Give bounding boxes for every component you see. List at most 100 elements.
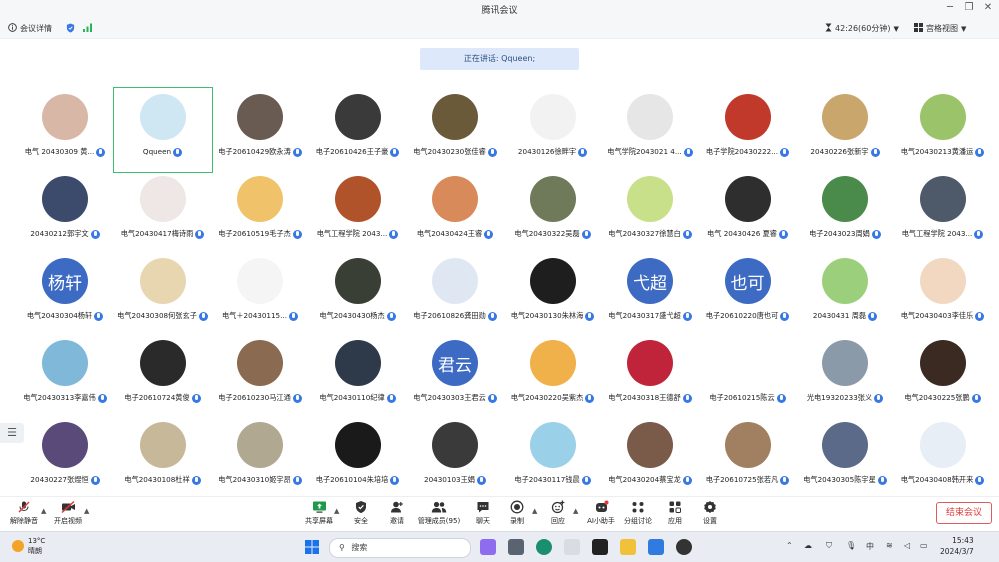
participant-tile[interactable]: 电气20430220吴紫杰 xyxy=(504,334,602,418)
wifi-icon[interactable]: ≋ xyxy=(886,541,893,550)
participant-tile[interactable]: 电子20610230马江通 xyxy=(211,334,309,418)
participant-tile[interactable]: 杨轩 电气20430304杨轩 xyxy=(16,252,114,336)
participant-tile[interactable]: 电气20430313李嘉伟 xyxy=(16,334,114,418)
participant-tile[interactable]: 20430212郭宇文 xyxy=(16,170,114,254)
participant-name: 20430227张煜恒 xyxy=(16,475,114,485)
participant-tile[interactable]: 电子20430117钱晨 xyxy=(504,416,602,500)
close-button[interactable]: ✕ xyxy=(981,2,995,13)
participant-tile[interactable]: 电子20610426王子豪 xyxy=(309,88,407,172)
participant-tile[interactable]: 电气＋20430115... xyxy=(211,252,309,336)
meeting-timer[interactable]: 42:26(60分钟) ▼ xyxy=(825,23,899,34)
video-options-caret[interactable]: ▲ xyxy=(84,507,89,515)
manage-members-button[interactable]: 管理成员(95) xyxy=(413,500,465,526)
participant-tile[interactable]: 20430226张新宇 xyxy=(796,88,894,172)
settings-button[interactable]: 设置 xyxy=(692,500,728,526)
participant-tile[interactable]: 电气 20430309 黄... xyxy=(16,88,114,172)
store-icon[interactable] xyxy=(564,539,580,555)
qq-icon[interactable] xyxy=(592,539,608,555)
participant-tile[interactable]: 电气工程学院 2043... xyxy=(894,170,992,254)
participant-tile[interactable]: 20430103王娟 xyxy=(406,416,504,500)
reactions-button[interactable]: 回应 xyxy=(540,500,576,526)
system-clock[interactable]: 15:43 2024/3/7 xyxy=(940,535,974,557)
participant-tile[interactable]: 20430431 周磊 xyxy=(796,252,894,336)
participant-tile[interactable]: 电子20610104朱培培 xyxy=(309,416,407,500)
participant-tile[interactable]: 也可 电子20610220唐也可 xyxy=(699,252,797,336)
view-mode-button[interactable]: 宫格视图 ▼ xyxy=(914,23,966,34)
participant-tile[interactable]: 光电19320233张义 xyxy=(796,334,894,418)
participant-tile[interactable]: 电气20430130朱林海 xyxy=(504,252,602,336)
reactions-options-caret[interactable]: ▲ xyxy=(573,507,578,515)
folder-icon[interactable] xyxy=(620,539,636,555)
participant-tile[interactable]: 电气20430327徐慧白 xyxy=(601,170,699,254)
participant-tile[interactable]: 电气20430204蔡宝龙 xyxy=(601,416,699,500)
tencent-meeting-icon[interactable] xyxy=(648,539,664,555)
participant-tile[interactable]: 电气20430318王德舒 xyxy=(601,334,699,418)
participant-tile[interactable]: 电气20430322吴磊 xyxy=(504,170,602,254)
participant-tile[interactable]: 电气20430430杨杰 xyxy=(309,252,407,336)
security-status[interactable] xyxy=(66,23,75,35)
security-button[interactable]: 安全 xyxy=(343,500,379,526)
chat-button[interactable]: 聊天 xyxy=(465,500,501,526)
minimize-button[interactable]: ─ xyxy=(943,2,957,13)
start-button[interactable] xyxy=(304,539,320,555)
copilot-icon[interactable] xyxy=(480,539,496,555)
network-status[interactable] xyxy=(83,23,93,34)
record-options-caret[interactable]: ▲ xyxy=(532,507,537,515)
apps-button[interactable]: 应用 xyxy=(657,500,693,526)
participant-tile[interactable]: 电气20430424王睿 xyxy=(406,170,504,254)
taskbar-search[interactable]: ⚲ 搜索 xyxy=(329,538,471,558)
unmute-button[interactable]: 解除静音 xyxy=(6,500,42,526)
participant-tile[interactable]: 20430126徐畔宇 xyxy=(504,88,602,172)
end-meeting-button[interactable]: 结束会议 xyxy=(936,502,992,524)
participant-tile[interactable]: 电气20430108杜祥 xyxy=(114,416,212,500)
participant-tile[interactable]: 20430227张煜恒 xyxy=(16,416,114,500)
meeting-details-button[interactable]: 会议详情 xyxy=(8,23,52,34)
start-video-button[interactable]: 开启视频 xyxy=(50,500,86,526)
participant-tile[interactable]: 电气学院2043021 4... xyxy=(601,88,699,172)
share-options-caret[interactable]: ▲ xyxy=(334,507,339,515)
participant-tile[interactable]: 电气20430408韩开来 xyxy=(894,416,992,500)
battery-icon[interactable]: ▭ xyxy=(920,541,928,550)
edge-icon[interactable] xyxy=(536,539,552,555)
participant-tile[interactable]: 电气20430213黄潘运 xyxy=(894,88,992,172)
participant-tile[interactable]: 电子2043023周娟 xyxy=(796,170,894,254)
cloud-icon[interactable]: ☁ xyxy=(804,541,812,550)
participant-tile[interactable]: 电气工程学院 2043... xyxy=(309,170,407,254)
participant-tile[interactable]: 电子20610519毛子杰 xyxy=(211,170,309,254)
mic-options-caret[interactable]: ▲ xyxy=(41,507,46,515)
participant-tile[interactable]: 电气20430308何张玄子 xyxy=(114,252,212,336)
task-view-icon[interactable] xyxy=(508,539,524,555)
maximize-button[interactable]: ❐ xyxy=(962,2,976,13)
shield-tray-icon[interactable]: ⛉ xyxy=(826,541,832,551)
participant-tile[interactable]: 电气20430230张佳睿 xyxy=(406,88,504,172)
ai-assistant-button[interactable]: AI小助手 xyxy=(583,500,619,526)
participant-tile[interactable]: 君云 电气20430303王君云 xyxy=(406,334,504,418)
ime-indicator[interactable]: 中 xyxy=(866,541,874,552)
participant-tile[interactable]: 电气20430110纪律 xyxy=(309,334,407,418)
participant-tile[interactable]: 弋超 电气20430317盛弋超 xyxy=(601,252,699,336)
record-button[interactable]: 录制 xyxy=(499,500,535,526)
participant-tile[interactable]: 电子20610215陈云 xyxy=(699,334,797,418)
weather-widget[interactable]: 13°C 晴朗 xyxy=(12,536,45,556)
participant-tile[interactable]: Qqueen xyxy=(112,87,213,173)
participant-tile[interactable]: 电气20430305陈宇星 xyxy=(796,416,894,500)
volume-icon[interactable]: ◁ xyxy=(904,541,910,550)
participant-tile[interactable]: 电气20430310姬宇昂 xyxy=(211,416,309,500)
participant-tile[interactable]: 电气20430225张鹏 xyxy=(894,334,992,418)
microphone-icon[interactable]: 🎙 xyxy=(846,541,856,550)
participant-tile[interactable]: 电气20430417梅诗雨 xyxy=(114,170,212,254)
participant-tile[interactable]: 电子20610724黄俊 xyxy=(114,334,212,418)
tray-overflow-icon[interactable]: ⌃ xyxy=(786,541,793,550)
media-player-icon[interactable] xyxy=(676,539,692,555)
participant-tile[interactable]: 电子20610826龚田勋 xyxy=(406,252,504,336)
participant-name-text: 电气工程学院 2043... xyxy=(316,229,388,238)
share-screen-button[interactable]: 共享屏幕 xyxy=(301,500,337,526)
breakout-button[interactable]: 分组讨论 xyxy=(620,500,656,526)
sidebar-toggle[interactable]: ☰ xyxy=(0,423,24,443)
participant-tile[interactable]: 电子20610725张若凡 xyxy=(699,416,797,500)
participant-tile[interactable]: 电气 20430426 夏睿 xyxy=(699,170,797,254)
participant-tile[interactable]: 电子学院20430222... xyxy=(699,88,797,172)
invite-button[interactable]: 邀请 xyxy=(379,500,415,526)
participant-tile[interactable]: 电气20430403李佳乐 xyxy=(894,252,992,336)
participant-tile[interactable]: 电子20610429欧永涛 xyxy=(211,88,309,172)
